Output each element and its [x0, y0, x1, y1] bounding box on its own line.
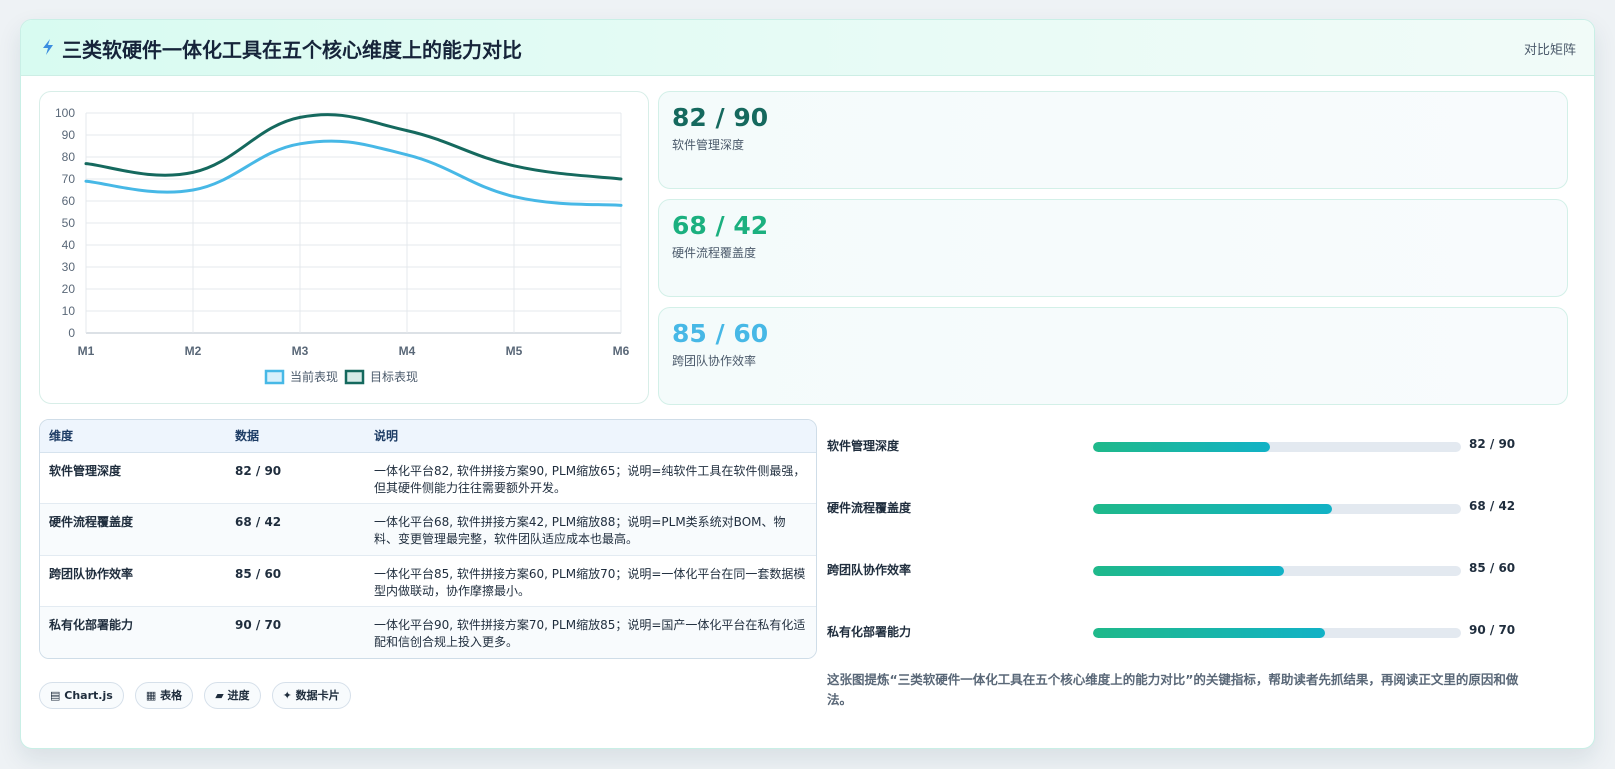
cell-note: 一体化平台90, 软件拼接方案70, PLM缩放85；说明=国产一体化平台在私有… [374, 618, 806, 649]
sparkle-icon: ✦ [282, 689, 292, 702]
kpi-label: 软件管理深度 [672, 138, 745, 152]
chip-table[interactable]: ▦ 表格 [134, 682, 194, 709]
x-tick-label: M5 [506, 344, 523, 358]
progress-value: 68 / 42 [1469, 499, 1516, 513]
table-row: 跨团队协作效率 85 / 60 一体化平台85, 软件拼接方案60, PLM缩放… [40, 555, 816, 607]
table-header-row: 维度 数据 说明 [40, 420, 816, 453]
chip-progress[interactable]: ▰ 进度 [204, 682, 261, 709]
tech-chips: ▤ Chart.js ▦ 表格 ▰ 进度 ✦ 数据卡片 [39, 682, 357, 709]
cell-data: 68 / 42 [226, 503, 365, 556]
chart-icon: ▤ [50, 689, 61, 702]
x-tick-label: M4 [399, 344, 416, 358]
kpi-value: 68 / 42 [672, 211, 769, 240]
cell-data: 90 / 70 [235, 618, 282, 632]
progress-row: 硬件流程覆盖度 68 / 42 [827, 497, 1537, 517]
chip-chartjs[interactable]: ▤ Chart.js [39, 682, 124, 709]
y-tick-label: 0 [68, 326, 75, 340]
cell-note: 一体化平台68, 软件拼接方案42, PLM缩放88；说明=PLM类系统对BOM… [365, 503, 816, 556]
progress-label: 软件管理深度 [827, 439, 900, 453]
progress-label: 私有化部署能力 [827, 625, 912, 639]
page-title: 三类软硬件一体化工具在五个核心维度上的能力对比 [62, 38, 522, 62]
cell-dimension: 跨团队协作效率 [40, 555, 226, 607]
kpi-value: 82 / 90 [672, 103, 769, 132]
legend-label: 当前表现 [290, 369, 338, 384]
y-tick-label: 20 [62, 282, 76, 296]
dashboard-card: 三类软硬件一体化工具在五个核心维度上的能力对比 对比矩阵 0 10 20 30 40 50… [20, 19, 1595, 749]
column-header-dimension: 维度 [40, 420, 226, 453]
progress-icon: ▰ [215, 689, 224, 702]
summary-text: 这张图提炼“三类软硬件一体化工具在五个核心维度上的能力对比”的关键指标，帮助读者… [827, 672, 1519, 707]
legend-label: 目标表现 [370, 370, 418, 384]
lightning-icon [43, 39, 53, 55]
progress-label: 硬件流程覆盖度 [827, 501, 912, 515]
y-tick-label: 100 [55, 106, 75, 120]
kpi-label: 跨团队协作效率 [672, 354, 757, 368]
table-row: 私有化部署能力 90 / 70 一体化平台90, 软件拼接方案70, PLM缩放… [40, 606, 816, 658]
cell-data: 85 / 60 [226, 555, 365, 607]
cell-dimension: 私有化部署能力 [49, 618, 134, 632]
line-chart: 0 10 20 30 40 50 60 70 80 90 100 M1 M2 M3 M4 M5 M6 当前表现 目… [55, 106, 630, 385]
x-tick-label: M6 [613, 344, 630, 358]
progress-fill [1093, 628, 1325, 638]
table-row: 硬件流程覆盖度 68 / 42 一体化平台68, 软件拼接方案42, PLM缩放… [40, 503, 816, 556]
card-header: 三类软硬件一体化工具在五个核心维度上的能力对比 对比矩阵 [21, 20, 1594, 76]
progress-row: 软件管理深度 82 / 90 [827, 435, 1537, 455]
progress-track [1093, 566, 1461, 576]
progress-value: 82 / 90 [1469, 437, 1516, 451]
kpi-label: 硬件流程覆盖度 [672, 246, 757, 260]
legend-swatch [344, 369, 365, 385]
matrix-tag[interactable]: 对比矩阵 [1524, 39, 1576, 58]
y-tick-label: 30 [62, 260, 76, 274]
progress-fill [1093, 504, 1333, 514]
y-tick-label: 90 [62, 128, 76, 142]
kpi-card-hardware: 68 / 42 硬件流程覆盖度 [658, 199, 1568, 297]
data-table: 维度 数据 说明 软件管理深度 82 / 90 一体化平台82, 软件拼接方案9… [39, 419, 817, 659]
x-tick-label: M2 [185, 344, 202, 358]
kpi-value: 85 / 60 [672, 319, 769, 348]
column-header-data: 数据 [226, 420, 365, 453]
kpi-card-software: 82 / 90 软件管理深度 [658, 91, 1568, 189]
progress-row: 跨团队协作效率 85 / 60 [827, 559, 1537, 579]
table-row: 软件管理深度 82 / 90 一体化平台82, 软件拼接方案90, PLM缩放6… [40, 452, 816, 504]
cell-dimension: 硬件流程覆盖度 [40, 503, 226, 556]
progress-fill [1093, 442, 1270, 452]
cell-dimension: 软件管理深度 [40, 452, 226, 504]
legend-swatch [264, 369, 285, 385]
progress-track [1093, 628, 1461, 638]
progress-track [1093, 442, 1461, 452]
progress-track [1093, 504, 1461, 514]
y-tick-label: 70 [62, 172, 76, 186]
y-tick-label: 40 [62, 238, 76, 252]
chip-data-card[interactable]: ✦ 数据卡片 [271, 682, 351, 709]
series-line-2 [84, 113, 623, 181]
progress-value: 85 / 60 [1469, 561, 1516, 575]
column-header-note: 说明 [365, 420, 816, 453]
cell-note: 一体化平台85, 软件拼接方案60, PLM缩放70；说明=一体化平台在同一套数… [365, 555, 816, 607]
kpi-card-collaboration: 85 / 60 跨团队协作效率 [658, 307, 1568, 405]
cell-note: 一体化平台82, 软件拼接方案90, PLM缩放65；说明=纯软件工具在软件侧最… [365, 452, 816, 504]
series-line-1 [84, 139, 623, 207]
y-tick-label: 50 [62, 216, 76, 230]
progress-row: 私有化部署能力 90 / 70 [827, 621, 1537, 641]
table-icon: ▦ [145, 689, 157, 702]
progress-value: 90 / 70 [1469, 623, 1516, 637]
cell-data: 82 / 90 [226, 452, 365, 504]
x-tick-label: M3 [292, 344, 309, 358]
x-tick-label: M1 [78, 344, 95, 358]
progress-label: 跨团队协作效率 [827, 563, 912, 577]
y-tick-label: 80 [62, 150, 76, 164]
y-tick-label: 60 [62, 194, 76, 208]
line-chart-panel: 0 10 20 30 40 50 60 70 80 90 100 M1 M2 M3 M4 M5 M6 当前表现 目… [39, 91, 649, 404]
progress-fill [1093, 566, 1285, 576]
y-tick-label: 10 [62, 304, 76, 318]
